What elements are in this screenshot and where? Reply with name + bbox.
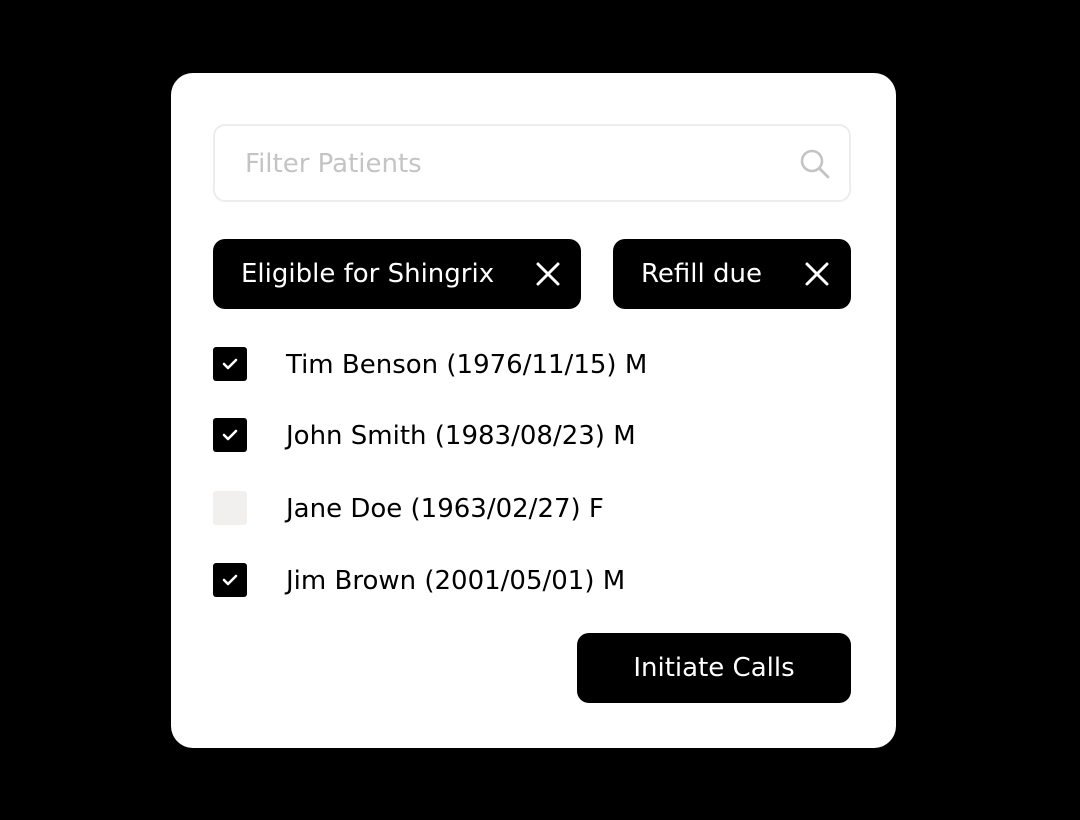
close-icon[interactable] (535, 261, 561, 287)
search-box[interactable] (213, 124, 851, 202)
filter-chip-label: Eligible for Shingrix (241, 259, 495, 289)
check-icon (222, 574, 238, 586)
close-icon[interactable] (804, 261, 830, 287)
patient-name: Tim Benson (1976/11/15) M (286, 350, 648, 380)
search-input[interactable] (243, 126, 787, 202)
check-icon (222, 358, 238, 370)
initiate-calls-button[interactable]: Initiate Calls (577, 633, 851, 703)
filter-chip-shingrix: Eligible for Shingrix (213, 239, 581, 309)
patient-row: Tim Benson (1976/11/15) M (213, 345, 773, 385)
patient-checkbox[interactable] (213, 563, 247, 597)
patient-checkbox[interactable] (213, 347, 247, 381)
filter-chip-label: Refill due (641, 259, 762, 289)
patient-row: Jim Brown (2001/05/01) M (213, 561, 773, 601)
patient-name: John Smith (1983/08/23) M (286, 421, 636, 451)
check-icon (222, 429, 238, 441)
patient-name: Jim Brown (2001/05/01) M (286, 566, 626, 596)
patient-checkbox[interactable] (213, 491, 247, 525)
patient-name: Jane Doe (1963/02/27) F (286, 494, 604, 524)
patient-row: Jane Doe (1963/02/27) F (213, 489, 773, 529)
filter-chip-refill: Refill due (613, 239, 851, 309)
patient-row: John Smith (1983/08/23) M (213, 416, 773, 456)
search-icon[interactable] (799, 148, 831, 180)
patient-checkbox[interactable] (213, 418, 247, 452)
patient-filter-card: Eligible for Shingrix Refill due Tim Ben… (171, 73, 896, 748)
